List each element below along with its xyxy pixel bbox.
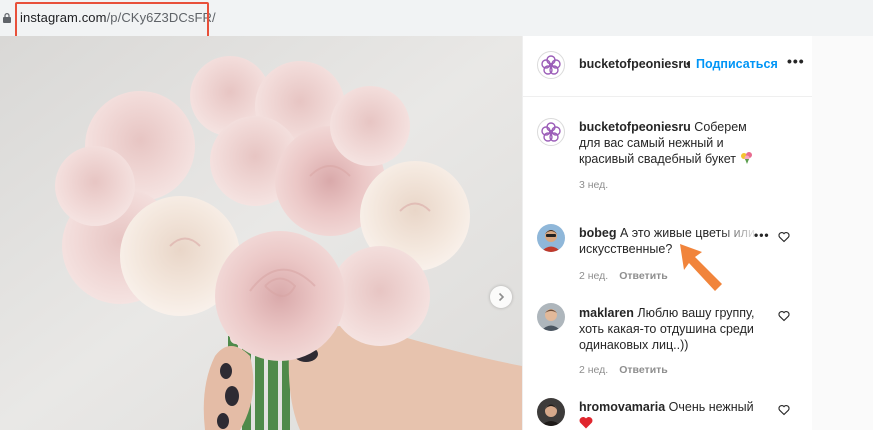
caption-text: bucketofpeoniesru Соберем для вас самый …	[579, 119, 759, 167]
post-options-button[interactable]: •••	[787, 53, 805, 69]
peony-bouquet-image	[0, 36, 522, 430]
comment-meta: 2 нед. Ответить	[579, 364, 679, 376]
comment-username[interactable]: maklaren	[579, 306, 634, 320]
comment-username[interactable]: hromovamaria	[579, 400, 665, 414]
reply-button[interactable]: Ответить	[619, 364, 668, 376]
comment-options-button[interactable]: •••	[754, 228, 770, 242]
comment-body: Очень нежный	[665, 400, 754, 414]
comment-time[interactable]: 2 нед.	[579, 270, 608, 282]
red-heart-emoji	[579, 416, 593, 429]
chevron-right-icon	[498, 292, 505, 302]
avatar-photo	[537, 398, 565, 426]
commenter-avatar[interactable]	[537, 398, 565, 426]
avatar-photo	[537, 303, 565, 331]
post-header: bucketofpeoniesru • Подписаться •••	[523, 36, 813, 97]
lock-icon	[3, 13, 11, 23]
commenter-avatar[interactable]	[537, 224, 565, 252]
comment-text: hromovamaria Очень нежный	[579, 399, 759, 431]
comment-username[interactable]: bobeg	[579, 226, 617, 240]
commenter-avatar[interactable]	[537, 303, 565, 331]
heart-outline-icon[interactable]	[778, 310, 790, 322]
heart-outline-icon[interactable]	[778, 231, 790, 243]
next-photo-button[interactable]	[490, 286, 512, 308]
heart-outline-icon[interactable]	[778, 404, 790, 416]
caption-meta: 3 нед.	[579, 179, 619, 191]
post-photo[interactable]	[0, 36, 522, 430]
avatar-photo	[537, 224, 565, 252]
reply-button[interactable]: Ответить	[619, 270, 668, 282]
comment-text: maklaren Люблю вашу группу, хоть какая-т…	[579, 305, 759, 353]
comment-time[interactable]: 2 нед.	[579, 364, 608, 376]
page-background	[812, 36, 873, 430]
follow-button[interactable]: Подписаться	[696, 57, 778, 71]
post-side-panel: bucketofpeoniesru • Подписаться ••• buck…	[522, 36, 813, 430]
caption-avatar[interactable]	[537, 118, 565, 146]
header-separator: •	[686, 57, 691, 71]
flower-logo-icon	[541, 55, 561, 75]
flower-logo-icon	[541, 122, 561, 142]
author-avatar[interactable]	[537, 51, 565, 79]
author-username[interactable]: bucketofpeoniesru	[579, 57, 691, 71]
caption-time[interactable]: 3 нед.	[579, 179, 608, 191]
comment-meta: 2 нед. Ответить	[579, 270, 679, 282]
caption-username[interactable]: bucketofpeoniesru	[579, 120, 691, 134]
orange-arrow-annotation	[680, 244, 722, 291]
bouquet-emoji	[740, 152, 752, 164]
